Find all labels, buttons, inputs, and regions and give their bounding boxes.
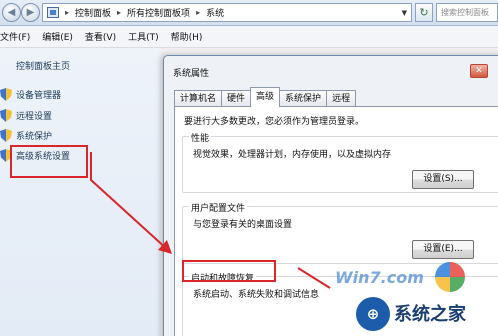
sidebar-item-label: 系统保护: [16, 132, 53, 142]
search-input[interactable]: 搜索控制面板: [436, 3, 498, 22]
control-panel-icon: [47, 7, 59, 18]
sidebar-item-device-manager[interactable]: 设备管理器: [0, 88, 61, 101]
address-box[interactable]: ▸ 控制面板 ▸ 所有控制面板项 ▸ 系统 ▼: [42, 3, 412, 22]
back-arrow-icon: ◀: [7, 7, 16, 18]
close-button[interactable]: ✕: [470, 64, 488, 78]
left-task-pane: 控制面板主页 设备管理器 远程设置 系统保护 高级系统设置: [0, 48, 160, 336]
tab-remote[interactable]: 远程: [326, 90, 357, 107]
menu-tools[interactable]: 工具(T): [122, 30, 165, 43]
shield-icon: [0, 88, 12, 101]
watermark-badge-icon: ⊕: [356, 297, 390, 331]
sidebar-item-system-protection[interactable]: 系统保护: [0, 129, 52, 142]
breadcrumb-control-panel[interactable]: 控制面板: [75, 6, 111, 19]
sidebar-item-label: 设备管理器: [16, 91, 62, 101]
windows-logo-icon: [435, 262, 465, 292]
performance-desc: 视觉效果，处理器计划，内存使用，以及虚拟内存: [193, 150, 392, 160]
watermark-win7-logo: Win7.com: [335, 268, 424, 287]
user-profiles-desc: 与您登录有关的桌面设置: [193, 220, 293, 230]
sidebar-item-label: 远程设置: [16, 112, 53, 122]
refresh-icon: ↻: [419, 6, 429, 19]
admin-notice: 要进行大多数更改，您必须作为管理员登录。: [184, 117, 365, 127]
performance-title: 性能: [189, 131, 212, 144]
sidebar-item-remote-settings[interactable]: 远程设置: [0, 109, 52, 122]
performance-settings-button[interactable]: 设置(S)...: [412, 170, 474, 189]
tab-computer-name[interactable]: 计算机名: [174, 90, 223, 107]
breadcrumb-all-items[interactable]: 所有控制面板项: [127, 6, 190, 19]
forward-arrow-icon: ▶: [26, 7, 35, 18]
back-button[interactable]: ◀: [2, 3, 21, 22]
menu-help[interactable]: 帮助(H): [165, 30, 209, 43]
highlight-box-advanced-settings: [10, 145, 88, 178]
menu-file[interactable]: 文件(F): [0, 30, 36, 43]
tab-advanced[interactable]: 高级: [250, 87, 281, 107]
performance-group: 性能 视觉效果，处理器计划，内存使用，以及虚拟内存 设置(S)...: [182, 131, 498, 193]
menu-edit[interactable]: 编辑(E): [36, 30, 79, 43]
breadcrumb-separator-icon: ▸: [196, 8, 201, 17]
breadcrumb-system[interactable]: 系统: [206, 6, 224, 19]
chevron-down-icon[interactable]: ▼: [402, 9, 407, 17]
control-panel-home-link[interactable]: 控制面板主页: [16, 59, 70, 72]
tab-hardware[interactable]: 硬件: [221, 90, 252, 107]
address-bar-area: ◀ ▶ ▸ 控制面板 ▸ 所有控制面板项 ▸ 系统 ▼ ↻ 搜索控制面板: [0, 0, 498, 26]
watermark-brand-text: 系统之家: [394, 304, 466, 325]
breadcrumb-separator-icon: ▸: [65, 8, 70, 17]
dialog-title: 系统属性: [173, 69, 210, 79]
refresh-button[interactable]: ↻: [415, 3, 433, 22]
tab-system-protection[interactable]: 系统保护: [279, 90, 328, 107]
shield-icon: [0, 109, 12, 122]
forward-button[interactable]: ▶: [21, 3, 40, 22]
highlight-box-startup-recovery: [182, 260, 276, 282]
user-profiles-group: 用户配置文件 与您登录有关的桌面设置 设置(E)...: [182, 201, 498, 264]
breadcrumb-separator-icon: ▸: [117, 8, 122, 17]
close-icon: ✕: [475, 66, 483, 76]
menu-view[interactable]: 查看(V): [79, 30, 122, 43]
user-profiles-title: 用户配置文件: [189, 201, 248, 214]
startup-recovery-desc: 系统启动、系统失败和调试信息: [193, 290, 320, 300]
user-profiles-settings-button[interactable]: 设置(E)...: [412, 240, 474, 259]
shield-icon: [0, 129, 12, 142]
menu-bar: 文件(F) 编辑(E) 查看(V) 工具(T) 帮助(H): [0, 26, 498, 48]
tab-strip: 计算机名 硬件 高级 系统保护 远程: [174, 87, 357, 107]
